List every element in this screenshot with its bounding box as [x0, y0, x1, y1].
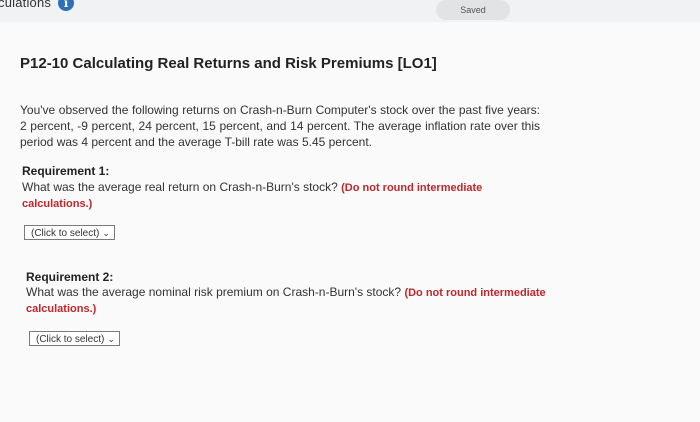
requirement-1-label: Requirement 1: — [22, 164, 110, 178]
requirement-1-select-value: (Click to select) — [31, 228, 100, 239]
chevron-down-icon: ⌄ — [107, 334, 115, 344]
question-panel — [0, 22, 700, 422]
requirement-2-select-value: (Click to select) — [36, 334, 105, 345]
requirement-2-question: What was the average nominal risk premiu… — [26, 285, 402, 299]
requirement-2-text: What was the average nominal risk premiu… — [26, 285, 546, 317]
page-root: { "header": { "title": "culations", "inf… — [0, 0, 700, 422]
saved-status-badge: Saved — [436, 0, 510, 20]
chevron-down-icon: ⌄ — [102, 228, 110, 238]
info-icon[interactable]: i — [58, 0, 74, 11]
requirement-2-label: Requirement 2: — [26, 270, 114, 284]
requirement-1-text: What was the average real return on Cras… — [22, 180, 552, 212]
requirement-2-select[interactable]: (Click to select) ⌄ — [29, 331, 120, 346]
problem-title: P12-10 Calculating Real Returns and Risk… — [20, 55, 437, 72]
requirement-1-select[interactable]: (Click to select) ⌄ — [24, 225, 115, 240]
requirement-1-question: What was the average real return on Cras… — [22, 180, 338, 194]
section-title: culations — [0, 0, 52, 10]
top-bar: culations i Saved — [0, 0, 700, 22]
problem-description: You've observed the following returns on… — [20, 103, 540, 149]
